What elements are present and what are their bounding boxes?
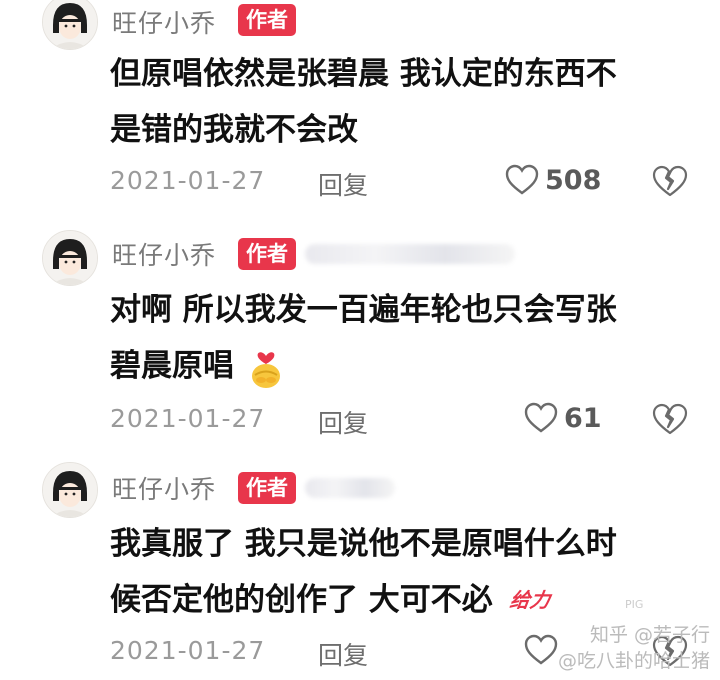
comment-line: 是错的我就不会改 (110, 112, 358, 148)
broken-heart-icon (652, 165, 688, 197)
author-badge: 作者 (238, 472, 296, 504)
like-button[interactable] (524, 634, 558, 666)
reply-button[interactable]: 回复 (318, 636, 368, 672)
author-badge: 作者 (238, 238, 296, 270)
comment-date: 2021-01-27 (110, 404, 266, 433)
watermark-corner: PIG (625, 598, 644, 611)
dislike-button[interactable] (652, 402, 688, 436)
author-name[interactable]: 旺仔小乔 (112, 236, 216, 272)
heart-outline-icon (505, 164, 539, 195)
blurred-username (305, 478, 395, 498)
avatar-girl-icon (43, 0, 97, 49)
like-count: 61 (564, 402, 602, 434)
comment-date: 2021-01-27 (110, 636, 266, 665)
comment-line-wrap: 候否定他的创作了 大可不必 给力 (110, 572, 690, 628)
watermark-line: @吃八卦的哈士猪 (557, 650, 710, 672)
comment-line: 我真服了 我只是说他不是原唱什么时 (110, 526, 617, 562)
like-button[interactable]: 61 (524, 402, 602, 434)
hug-emoji-icon (251, 351, 280, 388)
avatar[interactable] (42, 230, 98, 286)
comment-text: 对啊 所以我发一百遍年轮也只会写张 碧晨原唱 (110, 282, 690, 394)
author-name[interactable]: 旺仔小乔 (112, 4, 216, 40)
avatar[interactable] (42, 462, 98, 518)
watermark: 知乎 @若子行 @吃八卦的哈士猪 (558, 622, 710, 674)
broken-heart-icon (652, 403, 688, 435)
like-button[interactable]: 508 (505, 164, 601, 196)
dislike-button[interactable] (652, 164, 688, 198)
avatar-girl-icon (43, 463, 97, 517)
like-count: 508 (545, 164, 602, 196)
heart-outline-icon (524, 402, 558, 433)
blurred-username (305, 244, 515, 264)
author-name[interactable]: 旺仔小乔 (112, 470, 216, 506)
reply-button[interactable]: 回复 (318, 404, 368, 440)
comment-line: 碧晨原唱 (110, 348, 234, 384)
author-badge: 作者 (238, 4, 296, 36)
comment-line: 但原唱依然是张碧晨 我认定的东西不 (110, 56, 617, 92)
heart-outline-icon (524, 634, 558, 665)
reply-button[interactable]: 回复 (318, 166, 368, 202)
watermark-line: 知乎 @若子行 (589, 624, 710, 646)
comment-text: 我真服了 我只是说他不是原唱什么时 候否定他的创作了 大可不必 给力 (110, 516, 690, 628)
comment-line: 候否定他的创作了 大可不必 (110, 582, 493, 618)
comment-line: 对啊 所以我发一百遍年轮也只会写张 (110, 292, 617, 328)
avatar-girl-icon (43, 231, 97, 285)
comment-date: 2021-01-27 (110, 166, 266, 195)
sticker-text: 给力 (507, 588, 552, 612)
avatar[interactable] (42, 0, 98, 50)
comment-line-wrap: 碧晨原唱 (110, 338, 690, 394)
comment-text: 但原唱依然是张碧晨 我认定的东西不 是错的我就不会改 (110, 46, 690, 158)
